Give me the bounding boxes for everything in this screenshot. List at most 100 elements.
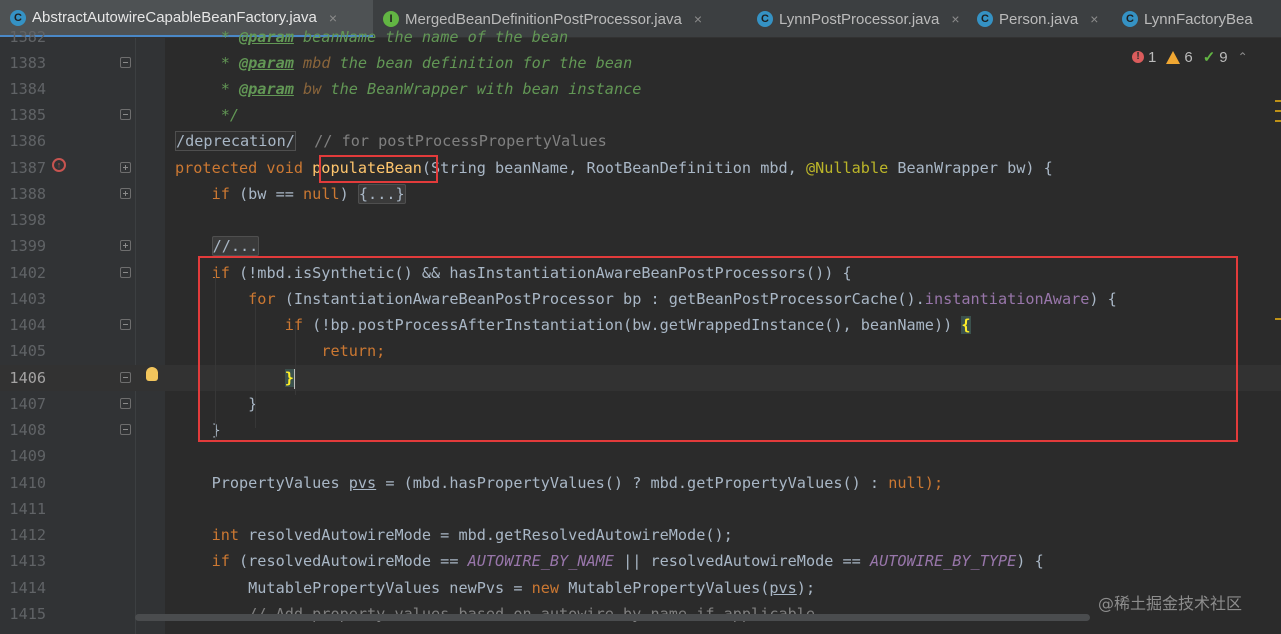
code-token: null (888, 474, 925, 492)
line-number[interactable]: 1414 (0, 575, 46, 601)
inspection-widget[interactable]: ! 1 6 ✓ 9 ⌃ (1132, 46, 1248, 68)
code-line[interactable]: 1387 protected void populateBean(String b… (0, 155, 1281, 181)
fold-toggle-icon[interactable] (120, 57, 131, 68)
fold-toggle-icon[interactable] (120, 109, 131, 120)
code-token: bw (303, 80, 322, 98)
line-number[interactable]: 1387 (0, 155, 46, 181)
code-token: */ (175, 106, 240, 124)
code-token: @Nullable (805, 159, 889, 177)
highlight-box-code-block (198, 256, 1238, 442)
code-token: pvs (348, 474, 377, 492)
warning-icon (1166, 50, 1181, 64)
line-number[interactable]: 1406 (0, 365, 46, 391)
warnings-indicator[interactable]: 6 (1166, 48, 1193, 66)
code-text: protected void populateBean(String beanN… (175, 155, 1053, 181)
weak-warnings-indicator[interactable]: ✓ 9 (1202, 48, 1228, 67)
lightbulb-icon[interactable] (146, 367, 158, 381)
line-number[interactable]: 1407 (0, 391, 46, 417)
code-line[interactable]: 1383 * @param mbd the bean definition fo… (0, 50, 1281, 76)
code-text: * @param beanName the name of the bean (175, 24, 569, 50)
chevron-up-icon[interactable]: ⌃ (1238, 50, 1248, 64)
code-token: //... (211, 236, 260, 256)
fold-toggle-icon[interactable] (120, 319, 131, 330)
fold-toggle-icon[interactable] (120, 398, 131, 409)
fold-toggle-icon[interactable] (120, 424, 131, 435)
code-token: the bean definition for the bean (330, 54, 633, 72)
line-number[interactable]: 1405 (0, 338, 46, 364)
code-token: BeanWrapper bw) { (888, 159, 1053, 177)
warning-mark[interactable] (1275, 120, 1281, 122)
double-check-icon: ✓ (1202, 49, 1216, 66)
code-token: if (211, 185, 230, 203)
line-number[interactable]: 1386 (0, 128, 46, 154)
code-line[interactable]: 1388 if (bw == null) {...} (0, 181, 1281, 207)
line-number[interactable]: 1415 (0, 601, 46, 627)
line-number[interactable]: 1411 (0, 496, 46, 522)
horizontal-scrollbar[interactable] (135, 614, 1090, 621)
line-number[interactable]: 1403 (0, 286, 46, 312)
code-line[interactable]: 1382 * @param beanName the name of the b… (0, 24, 1281, 50)
line-number[interactable]: 1412 (0, 522, 46, 548)
code-token: MutablePropertyValues( (559, 579, 770, 597)
code-token: = (mbd.hasPropertyValues() ? mbd.getProp… (376, 474, 889, 492)
override-marker-icon[interactable]: ↑ (52, 158, 66, 172)
code-text: int resolvedAutowireMode = mbd.getResolv… (175, 522, 733, 548)
code-line[interactable]: 1412 int resolvedAutowireMode = mbd.getR… (0, 522, 1281, 548)
code-token: new (531, 579, 560, 597)
code-line[interactable]: 1409 (0, 443, 1281, 469)
code-text: * @param bw the BeanWrapper with bean in… (175, 76, 642, 102)
code-token: @param (239, 80, 294, 98)
fold-toggle-icon[interactable] (120, 372, 131, 383)
code-token: * (175, 54, 240, 72)
code-text: if (bw == null) {...} (175, 181, 406, 207)
line-number[interactable]: 1382 (0, 24, 46, 50)
code-token: (bw == (229, 185, 304, 203)
highlight-box-method-name (319, 155, 438, 183)
code-line[interactable]: 1398 (0, 207, 1281, 233)
code-line[interactable]: 1410 PropertyValues pvs = (mbd.hasProper… (0, 470, 1281, 496)
fold-toggle-icon[interactable] (120, 188, 131, 199)
code-line[interactable]: 1385 */ (0, 102, 1281, 128)
code-text: * @param mbd the bean definition for the… (175, 50, 633, 76)
code-token: protected void (175, 159, 313, 177)
error-icon: ! (1132, 51, 1144, 63)
line-number[interactable]: 1383 (0, 50, 46, 76)
warning-mark[interactable] (1275, 100, 1281, 102)
code-token: * (175, 28, 240, 46)
warnings-count: 6 (1184, 48, 1193, 66)
fold-toggle-icon[interactable] (120, 267, 131, 278)
code-token: AUTOWIRE_BY_TYPE (869, 552, 1017, 570)
line-number[interactable]: 1410 (0, 470, 46, 496)
code-line[interactable]: 1413 if (resolvedAutowireMode == AUTOWIR… (0, 548, 1281, 574)
code-text: /deprecation/ // for postProcessProperty… (175, 128, 607, 154)
errors-indicator[interactable]: ! 1 (1132, 49, 1156, 66)
code-token: pvs (769, 579, 797, 597)
code-text: */ (175, 102, 239, 128)
warning-mark[interactable] (1275, 110, 1281, 112)
code-line[interactable]: 1386/deprecation/ // for postProcessProp… (0, 128, 1281, 154)
line-number[interactable]: 1408 (0, 417, 46, 443)
code-token: ) { (1016, 552, 1044, 570)
code-token: * (175, 80, 240, 98)
code-line[interactable]: 1384 * @param bw the BeanWrapper with be… (0, 76, 1281, 102)
line-number[interactable]: 1388 (0, 181, 46, 207)
code-line[interactable]: 1414 MutablePropertyValues newPvs = new … (0, 575, 1281, 601)
line-number[interactable]: 1413 (0, 548, 46, 574)
line-number[interactable]: 1402 (0, 260, 46, 286)
line-number[interactable]: 1399 (0, 233, 46, 259)
warning-mark[interactable] (1275, 318, 1281, 320)
fold-toggle-icon[interactable] (120, 240, 131, 251)
fold-toggle-icon[interactable] (120, 162, 131, 173)
line-number[interactable]: 1385 (0, 102, 46, 128)
line-number[interactable]: 1384 (0, 76, 46, 102)
code-token: (String beanName, RootBeanDefinition mbd… (421, 159, 806, 177)
line-number[interactable]: 1404 (0, 312, 46, 338)
error-stripe[interactable] (1272, 38, 1281, 634)
line-number[interactable]: 1398 (0, 207, 46, 233)
line-number[interactable]: 1409 (0, 443, 46, 469)
code-token: mbd (303, 54, 331, 72)
code-line[interactable]: 1411 (0, 496, 1281, 522)
